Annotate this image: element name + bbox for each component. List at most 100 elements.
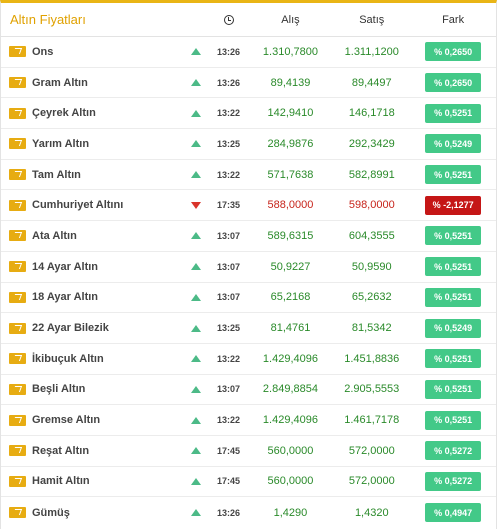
time-cell: 17:35	[210, 200, 248, 210]
diff-cell: % 0,5272	[410, 471, 496, 491]
table-row[interactable]: Ons 13:26 1.310,7800 1.311,1200 % 0,2650	[1, 37, 496, 68]
time-cell: 13:22	[210, 170, 248, 180]
item-name-cell[interactable]: Cumhuriyet Altını	[1, 199, 182, 211]
sell-price: 81,5342	[351, 322, 392, 335]
table-row[interactable]: Gram Altın 13:26 89,4139 89,4497 % 0,2650	[1, 68, 496, 99]
sell-column-header: Satış	[359, 13, 385, 26]
item-name[interactable]: Reşat Altın	[32, 445, 89, 457]
table-row[interactable]: Cumhuriyet Altını 17:35 588,0000 598,0000 % …	[1, 190, 496, 222]
trend-cell	[182, 355, 209, 363]
buy-price: 571,7638	[267, 168, 314, 181]
item-name[interactable]: Cumhuriyet Altını	[32, 199, 123, 211]
diff-cell: % 0,5251	[410, 410, 496, 430]
trend-cell	[182, 385, 209, 393]
item-name[interactable]: Çeyrek Altın	[32, 107, 96, 119]
change-badge: % 0,5249	[425, 318, 482, 338]
arrow-up-icon	[191, 447, 202, 455]
table-row[interactable]: Çeyrek Altın 13:22 142,9410 146,1718 % 0,525…	[1, 98, 496, 130]
trend-cell	[182, 48, 209, 56]
change-badge: % 0,5251	[425, 226, 482, 246]
change-badge: % 0,5272	[425, 471, 482, 491]
gold-bar-icon	[9, 383, 26, 395]
trend-cell	[182, 416, 209, 424]
item-name-cell[interactable]: Beşli Altın	[1, 383, 182, 395]
change-badge: % 0,5251	[425, 165, 482, 185]
item-name[interactable]: Gümüş	[32, 507, 70, 519]
sell-price: 598,0000	[348, 199, 395, 212]
item-name-cell[interactable]: Hamit Altın	[1, 475, 182, 487]
table-row[interactable]: Ata Altın 13:07 589,6315 604,3555 % 0,5251	[1, 221, 496, 252]
arrow-up-icon	[191, 263, 202, 271]
table-row[interactable]: 18 Ayar Altın 13:07 65,2168 65,2632 % 0,5251	[1, 283, 496, 314]
item-name-cell[interactable]: Reşat Altın	[1, 445, 182, 457]
time-cell: 13:25	[210, 323, 248, 333]
item-name-cell[interactable]: 18 Ayar Altın	[1, 291, 182, 303]
diff-cell: % 0,5251	[410, 379, 496, 399]
item-name-cell[interactable]: Gram Altın	[1, 77, 182, 89]
diff-cell: % 0,5249	[410, 318, 496, 338]
change-badge: % -2,1277	[425, 195, 482, 215]
item-name-cell[interactable]: Gremse Altın	[1, 414, 182, 426]
item-name-cell[interactable]: Gümüş	[1, 507, 182, 519]
item-name-cell[interactable]: 22 Ayar Bilezik	[1, 322, 182, 334]
item-name[interactable]: Yarım Altın	[32, 138, 89, 150]
gold-bar-icon	[9, 353, 26, 365]
table-row[interactable]: Hamit Altın 17:45 560,0000 572,0000 % 0,5272	[1, 467, 496, 498]
item-name[interactable]: İkibuçuk Altın	[32, 353, 104, 365]
item-name[interactable]: Beşli Altın	[32, 383, 85, 395]
update-time: 17:45	[217, 476, 241, 487]
trend-cell	[182, 109, 209, 117]
item-name-cell[interactable]: Yarım Altın	[1, 138, 182, 150]
item-name[interactable]: 22 Ayar Bilezik	[32, 322, 109, 334]
trend-cell	[182, 201, 209, 209]
gold-bar-icon	[9, 507, 26, 519]
item-name[interactable]: Ata Altın	[32, 230, 77, 242]
arrow-up-icon	[191, 385, 202, 393]
update-time: 13:22	[217, 353, 241, 364]
sell-price: 292,3429	[348, 137, 395, 150]
time-cell: 13:22	[210, 354, 248, 364]
table-row[interactable]: Yarım Altın 13:25 284,9876 292,3429 % 0,5249	[1, 129, 496, 160]
sell-price: 604,3555	[348, 229, 395, 242]
item-name[interactable]: 14 Ayar Altın	[32, 261, 98, 273]
item-name-cell[interactable]: 14 Ayar Altın	[1, 261, 182, 273]
table-row[interactable]: Reşat Altın 17:45 560,0000 572,0000 % 0,5272	[1, 436, 496, 467]
table-row[interactable]: İkibuçuk Altın 13:22 1.429,4096 1.451,8836%…	[1, 344, 496, 375]
change-badge: % 0,5272	[425, 441, 482, 461]
change-badge: % 0,5251	[425, 103, 482, 123]
change-badge: % 0,4947	[425, 503, 482, 523]
arrow-up-icon	[191, 232, 202, 240]
item-name[interactable]: Gram Altın	[32, 77, 88, 89]
diff-cell: % 0,4947	[410, 503, 496, 523]
arrow-up-icon	[191, 48, 202, 56]
update-time: 13:26	[217, 77, 241, 88]
item-name[interactable]: Ons	[32, 46, 53, 58]
item-name-cell[interactable]: İkibuçuk Altın	[1, 353, 182, 365]
table-row[interactable]: Tam Altın 13:22 571,7638 582,8991 % 0,5251	[1, 160, 496, 191]
buy-price: 1,4290	[273, 506, 308, 519]
update-time: 13:07	[217, 261, 241, 272]
table-row[interactable]: Gremse Altın 13:22 1.429,4096 1.461,7178 % 0…	[1, 405, 496, 436]
table-row[interactable]: Beşli Altın 13:07 2.849,8854 2.905,5553 % 0,…	[1, 375, 496, 406]
sell-price: 572,0000	[348, 475, 395, 488]
diff-cell: % 0,2650	[410, 73, 496, 93]
item-name-cell[interactable]: Ons	[1, 46, 182, 58]
table-row[interactable]: 22 Ayar Bilezik 13:25 81,4761 81,5342 % 0,52…	[1, 313, 496, 344]
item-name-cell[interactable]: Çeyrek Altın	[1, 107, 182, 119]
update-time: 13:07	[217, 384, 241, 395]
item-name-cell[interactable]: Tam Altın	[1, 169, 182, 181]
gold-bar-icon	[9, 169, 26, 181]
arrow-up-icon	[191, 355, 202, 363]
item-name[interactable]: 18 Ayar Altın	[32, 291, 98, 303]
item-name-cell[interactable]: Ata Altın	[1, 230, 182, 242]
time-column-header	[210, 14, 248, 25]
change-badge: % 0,5251	[425, 410, 482, 430]
item-name[interactable]: Hamit Altın	[32, 475, 90, 487]
sell-price: 2.905,5553	[344, 383, 400, 396]
item-name[interactable]: Tam Altın	[32, 169, 81, 181]
table-row[interactable]: 14 Ayar Altın 13:07 50,9227 50,9590 % 0,5251	[1, 252, 496, 283]
sell-price: 1.451,8836	[344, 352, 400, 365]
update-time: 13:07	[217, 292, 241, 303]
table-row[interactable]: Gümüş 13:26 1,4290 1,4320 % 0,4947	[1, 497, 496, 528]
item-name[interactable]: Gremse Altın	[32, 414, 100, 426]
